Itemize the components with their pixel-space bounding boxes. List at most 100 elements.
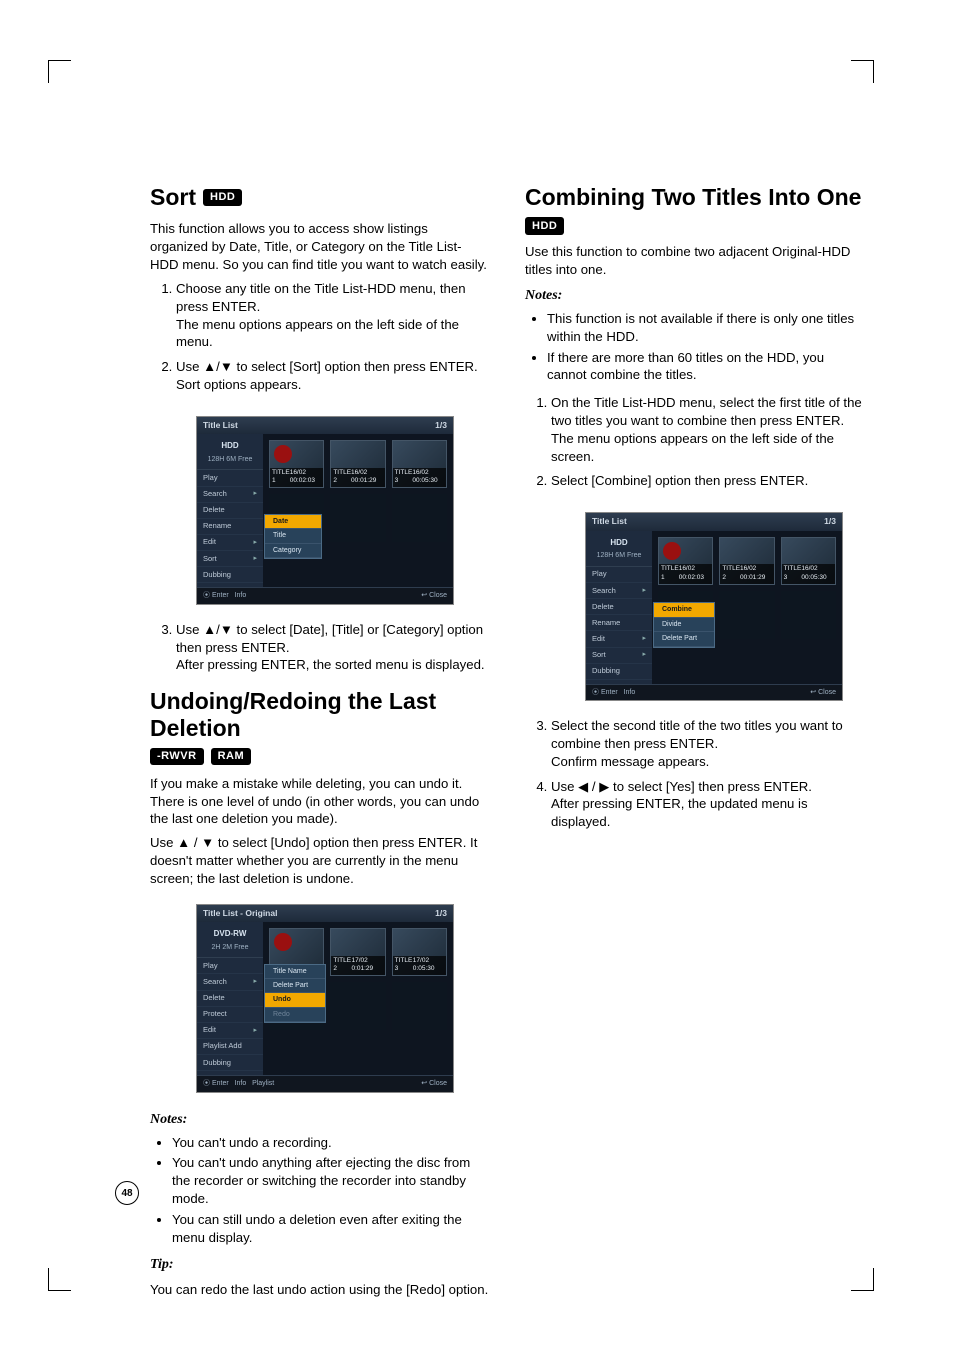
- chevron-right-icon: ▸: [642, 586, 646, 595]
- media-label: HDD: [586, 535, 652, 552]
- rwvr-badge: -RWVR: [150, 748, 204, 765]
- sort-steps-cont: Use ▲/▼ to select [Date], [Title] or [Ca…: [150, 621, 489, 674]
- sort-intro: This function allows you to access show …: [150, 220, 489, 273]
- popup-item-redo[interactable]: Redo: [265, 1008, 325, 1022]
- free-space-label: 2H 2M Free: [197, 943, 263, 958]
- menu-item-rename[interactable]: Rename: [197, 519, 263, 535]
- hdd-badge: HDD: [203, 189, 242, 206]
- menu-item-play[interactable]: Play: [197, 470, 263, 486]
- menu-item-edit[interactable]: Edit▸: [586, 631, 652, 647]
- window-footer: ⦿ Enter Info ↩ Close: [586, 684, 842, 700]
- chevron-right-icon: ▸: [642, 634, 646, 643]
- title-list-window: Title List 1/3 HDD 128H 6M Free Play Sea…: [196, 416, 454, 605]
- window-titlebar: Title List 1/3: [586, 513, 842, 530]
- left-sidebar: HDD 128H 6M Free Play Search▸ Delete Ren…: [586, 531, 652, 684]
- popup-item-date[interactable]: Date: [265, 515, 321, 529]
- sort-steps: Choose any title on the Title List-HDD m…: [150, 280, 489, 394]
- menu-item-rename[interactable]: Rename: [586, 615, 652, 631]
- step-text: Use ◀ / ▶ to select [Yes] then press ENT…: [551, 779, 812, 794]
- undo-title-text: Undoing/Redoing the Last Deletion: [150, 688, 489, 741]
- combine-steps-cont: Select the second title of the two title…: [525, 717, 864, 831]
- combine-step: On the Title List-HDD menu, select the f…: [551, 394, 864, 465]
- title-thumbnail[interactable]: TITLE 316/02 00:05:30: [781, 537, 836, 585]
- record-dot-icon: [274, 933, 292, 951]
- free-space-label: 128H 6M Free: [586, 551, 652, 566]
- menu-item-sort[interactable]: Sort▸: [586, 648, 652, 664]
- combine-step: Select [Combine] option then press ENTER…: [551, 472, 864, 490]
- footer-hint: ↩ Close: [810, 688, 836, 697]
- menu-item-play[interactable]: Play: [586, 567, 652, 583]
- undo-notes-list: You can't undo a recording. You can't un…: [150, 1134, 489, 1247]
- menu-item-search[interactable]: Search▸: [586, 583, 652, 599]
- manual-page: Sort HDD This function allows you to acc…: [0, 0, 954, 1351]
- step-text: The menu options appears on the left sid…: [176, 317, 459, 350]
- page-indicator: 1/3: [435, 420, 447, 431]
- popup-item-category[interactable]: Category: [265, 544, 321, 558]
- chevron-right-icon: ▸: [253, 977, 257, 986]
- note-item: If there are more than 60 titles on the …: [547, 349, 864, 385]
- step-text: Choose any title on the Title List-HDD m…: [176, 281, 466, 314]
- notes-heading: Notes:: [150, 1111, 489, 1130]
- title-thumbnail[interactable]: TITLE 317/02 0:05:30: [392, 928, 447, 976]
- menu-item-edit[interactable]: Edit▸: [197, 1023, 263, 1039]
- title-thumbnail[interactable]: TITLE 116/02 00:02:03: [269, 440, 324, 488]
- popup-item-undo[interactable]: Undo: [265, 993, 325, 1007]
- media-label: DVD-RW: [197, 926, 263, 943]
- combine-intro: Use this function to combine two adjacen…: [525, 243, 864, 279]
- sort-title-text: Sort: [150, 184, 196, 210]
- thumbnail-grid: TITLE 116/02 00:02:03 TITLE 216/02 00:01…: [263, 434, 453, 587]
- note-item: You can still undo a deletion even after…: [172, 1211, 489, 1247]
- page-indicator: 1/3: [824, 516, 836, 527]
- crop-mark: [48, 60, 71, 83]
- menu-item-sort[interactable]: Sort▸: [197, 551, 263, 567]
- note-item: This function is not available if there …: [547, 310, 864, 346]
- step-text: On the Title List-HDD menu, select the f…: [551, 395, 862, 428]
- record-dot-icon: [663, 542, 681, 560]
- step-text: After pressing ENTER, the sorted menu is…: [176, 657, 485, 672]
- sort-heading: Sort HDD: [150, 184, 489, 210]
- note-item: You can't undo anything after ejecting t…: [172, 1154, 489, 1207]
- footer-hint: ↩ Close: [421, 591, 447, 600]
- step-text: Use ▲/▼ to select [Sort] option then pre…: [176, 359, 478, 374]
- menu-item-play[interactable]: Play: [197, 958, 263, 974]
- menu-item-protect[interactable]: Protect: [197, 1007, 263, 1023]
- footer-hint: ⦿ Enter Info: [592, 688, 635, 697]
- popup-item-delete-part[interactable]: Delete Part: [265, 979, 325, 993]
- title-thumbnail[interactable]: TITLE 216/02 00:01:29: [719, 537, 774, 585]
- popup-item-divide[interactable]: Divide: [654, 618, 714, 632]
- menu-item-search[interactable]: Search▸: [197, 974, 263, 990]
- sort-screenshot: Title List 1/3 HDD 128H 6M Free Play Sea…: [150, 406, 454, 615]
- menu-item-delete[interactable]: Delete: [586, 599, 652, 615]
- menu-item-dubbing[interactable]: Dubbing: [197, 1055, 263, 1071]
- popup-item-title[interactable]: Title: [265, 529, 321, 543]
- title-thumbnail[interactable]: TITLE 217/02 0:01:29: [330, 928, 385, 976]
- menu-item-search[interactable]: Search▸: [197, 487, 263, 503]
- title-thumbnail[interactable]: TITLE 216/02 00:01:29: [330, 440, 385, 488]
- menu-item-playlist-add[interactable]: Playlist Add: [197, 1039, 263, 1055]
- popup-item-title-name[interactable]: Title Name: [265, 965, 325, 979]
- combine-title-text: Combining Two Titles Into One: [525, 184, 861, 210]
- window-titlebar: Title List 1/3: [197, 417, 453, 434]
- window-title: Title List - Original: [203, 908, 277, 919]
- menu-item-edit[interactable]: Edit▸: [197, 535, 263, 551]
- combine-step: Select the second title of the two title…: [551, 717, 864, 770]
- free-space-label: 128H 6M Free: [197, 455, 263, 470]
- undo-p2: Use ▲ / ▼ to select [Undo] option then p…: [150, 834, 489, 887]
- title-thumbnail[interactable]: TITLE 316/02 00:05:30: [392, 440, 447, 488]
- title-thumbnail[interactable]: TITLE 116/02 00:02:03: [658, 537, 713, 585]
- popup-item-delete-part[interactable]: Delete Part: [654, 632, 714, 646]
- popup-item-combine[interactable]: Combine: [654, 603, 714, 617]
- menu-item-delete[interactable]: Delete: [197, 991, 263, 1007]
- edit-submenu-popup: Title Name Delete Part Undo Redo: [264, 964, 326, 1024]
- window-footer: ⦿ Enter Info ↩ Close: [197, 587, 453, 603]
- menu-item-dubbing[interactable]: Dubbing: [197, 567, 263, 583]
- combine-steps: On the Title List-HDD menu, select the f…: [525, 394, 864, 490]
- step-text: Sort options appears.: [176, 377, 301, 392]
- menu-item-dubbing[interactable]: Dubbing: [586, 664, 652, 680]
- window-body: HDD 128H 6M Free Play Search▸ Delete Ren…: [197, 434, 453, 587]
- step-text: Use ▲/▼ to select [Date], [Title] or [Ca…: [176, 622, 483, 655]
- step-text: The menu options appears on the left sid…: [551, 431, 834, 464]
- menu-item-delete[interactable]: Delete: [197, 503, 263, 519]
- tip-text: You can redo the last undo action using …: [150, 1281, 489, 1299]
- undo-p1: If you make a mistake while deleting, yo…: [150, 775, 489, 828]
